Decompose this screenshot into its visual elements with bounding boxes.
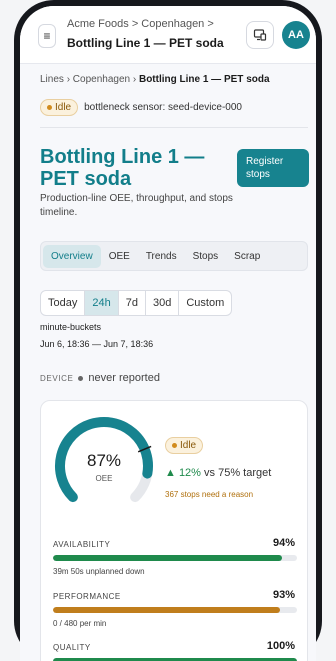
performance-bar-fill bbox=[53, 607, 280, 613]
device-status: DEVICE never reported bbox=[40, 372, 160, 384]
time-range-selector: Today 24h 7d 30d Custom bbox=[40, 290, 233, 316]
page-subtitle: Production-line OEE, throughput, and sto… bbox=[40, 193, 233, 218]
top-breadcrumb: Acme Foods > Copenhagen > bbox=[67, 18, 214, 30]
tab-oee[interactable]: OEE bbox=[101, 245, 138, 268]
quality-value: 100% bbox=[266, 640, 295, 652]
range-7d[interactable]: 7d bbox=[119, 291, 146, 315]
availability-note: 39m 50s unplanned down bbox=[53, 567, 145, 576]
tab-trends[interactable]: Trends bbox=[138, 245, 185, 268]
availability-label: AVAILABILITY bbox=[53, 540, 111, 549]
oee-status-badge: Idle bbox=[165, 437, 204, 454]
status-dot-icon bbox=[47, 105, 52, 110]
oee-value: 87% bbox=[86, 451, 122, 470]
breadcrumb-current: Bottling Line 1 — PET soda bbox=[138, 74, 270, 85]
tab-bar: Overview OEE Trends Stops Scrap bbox=[40, 241, 308, 271]
bucket-label: minute-buckets bbox=[40, 322, 102, 332]
oee-target-text: vs 75% target bbox=[204, 467, 272, 479]
tab-scrap[interactable]: Scrap bbox=[226, 245, 268, 268]
range-30d[interactable]: 30d bbox=[146, 291, 180, 315]
oee-card: 87% OEE Idle ▲ 12% vs 75% target 367 sto… bbox=[40, 400, 308, 661]
performance-bar bbox=[53, 607, 297, 613]
time-window: Jun 6, 18:36 — Jun 7, 18:36 bbox=[40, 339, 154, 349]
device-value: never reported bbox=[88, 372, 160, 384]
breadcrumb-lines[interactable]: Lines bbox=[40, 74, 64, 85]
page-title: Bottling Line 1 — PET soda bbox=[40, 146, 205, 190]
quality-label: QUALITY bbox=[53, 643, 91, 652]
performance-label: PERFORMANCE bbox=[53, 592, 121, 601]
availability-bar bbox=[53, 555, 297, 561]
avatar[interactable]: AA bbox=[282, 21, 310, 49]
range-custom[interactable]: Custom bbox=[179, 291, 231, 315]
range-24h[interactable]: 24h bbox=[85, 291, 119, 315]
oee-status-dot-icon bbox=[172, 443, 177, 448]
register-stops-button[interactable]: Register stops bbox=[237, 149, 309, 187]
org-link[interactable]: Acme Foods bbox=[67, 18, 129, 30]
breadcrumb: Lines › Copenhagen › Bottling Line 1 — P… bbox=[40, 74, 270, 85]
stops-reason-link[interactable]: 367 stops need a reason bbox=[165, 490, 253, 499]
app-screen: ≡ Acme Foods > Copenhagen > Bottling Lin… bbox=[20, 6, 316, 661]
site-link[interactable]: Copenhagen bbox=[141, 18, 204, 30]
performance-value: 93% bbox=[272, 589, 295, 601]
range-today[interactable]: Today bbox=[41, 291, 86, 315]
status-row: Idle bottleneck sensor: seed-device-000 bbox=[40, 99, 242, 116]
device-switch-button[interactable] bbox=[246, 21, 274, 49]
availability-value: 94% bbox=[272, 537, 295, 549]
oee-delta: ▲ 12% bbox=[165, 467, 201, 479]
oee-status-label: Idle bbox=[180, 440, 197, 451]
menu-button[interactable]: ≡ bbox=[38, 24, 56, 48]
divider bbox=[40, 127, 308, 128]
oee-target: ▲ 12% vs 75% target bbox=[165, 467, 271, 479]
tab-stops[interactable]: Stops bbox=[185, 245, 227, 268]
status-badge: Idle bbox=[40, 99, 79, 116]
performance-note: 0 / 480 per min bbox=[53, 619, 107, 628]
oee-label: OEE bbox=[95, 474, 113, 483]
menu-icon: ≡ bbox=[43, 29, 51, 43]
breadcrumb-site[interactable]: Copenhagen bbox=[73, 74, 130, 85]
tab-overview[interactable]: Overview bbox=[43, 244, 101, 268]
device-label: DEVICE bbox=[40, 373, 74, 383]
device-dot-icon bbox=[78, 375, 84, 381]
top-title: Bottling Line 1 — PET soda bbox=[67, 36, 224, 50]
top-bar: ≡ Acme Foods > Copenhagen > Bottling Lin… bbox=[20, 6, 316, 64]
device-switch-icon bbox=[253, 29, 267, 41]
sensor-text: bottleneck sensor: seed-device-000 bbox=[84, 102, 242, 113]
availability-bar-fill bbox=[53, 555, 283, 561]
status-badge-label: Idle bbox=[55, 102, 72, 113]
